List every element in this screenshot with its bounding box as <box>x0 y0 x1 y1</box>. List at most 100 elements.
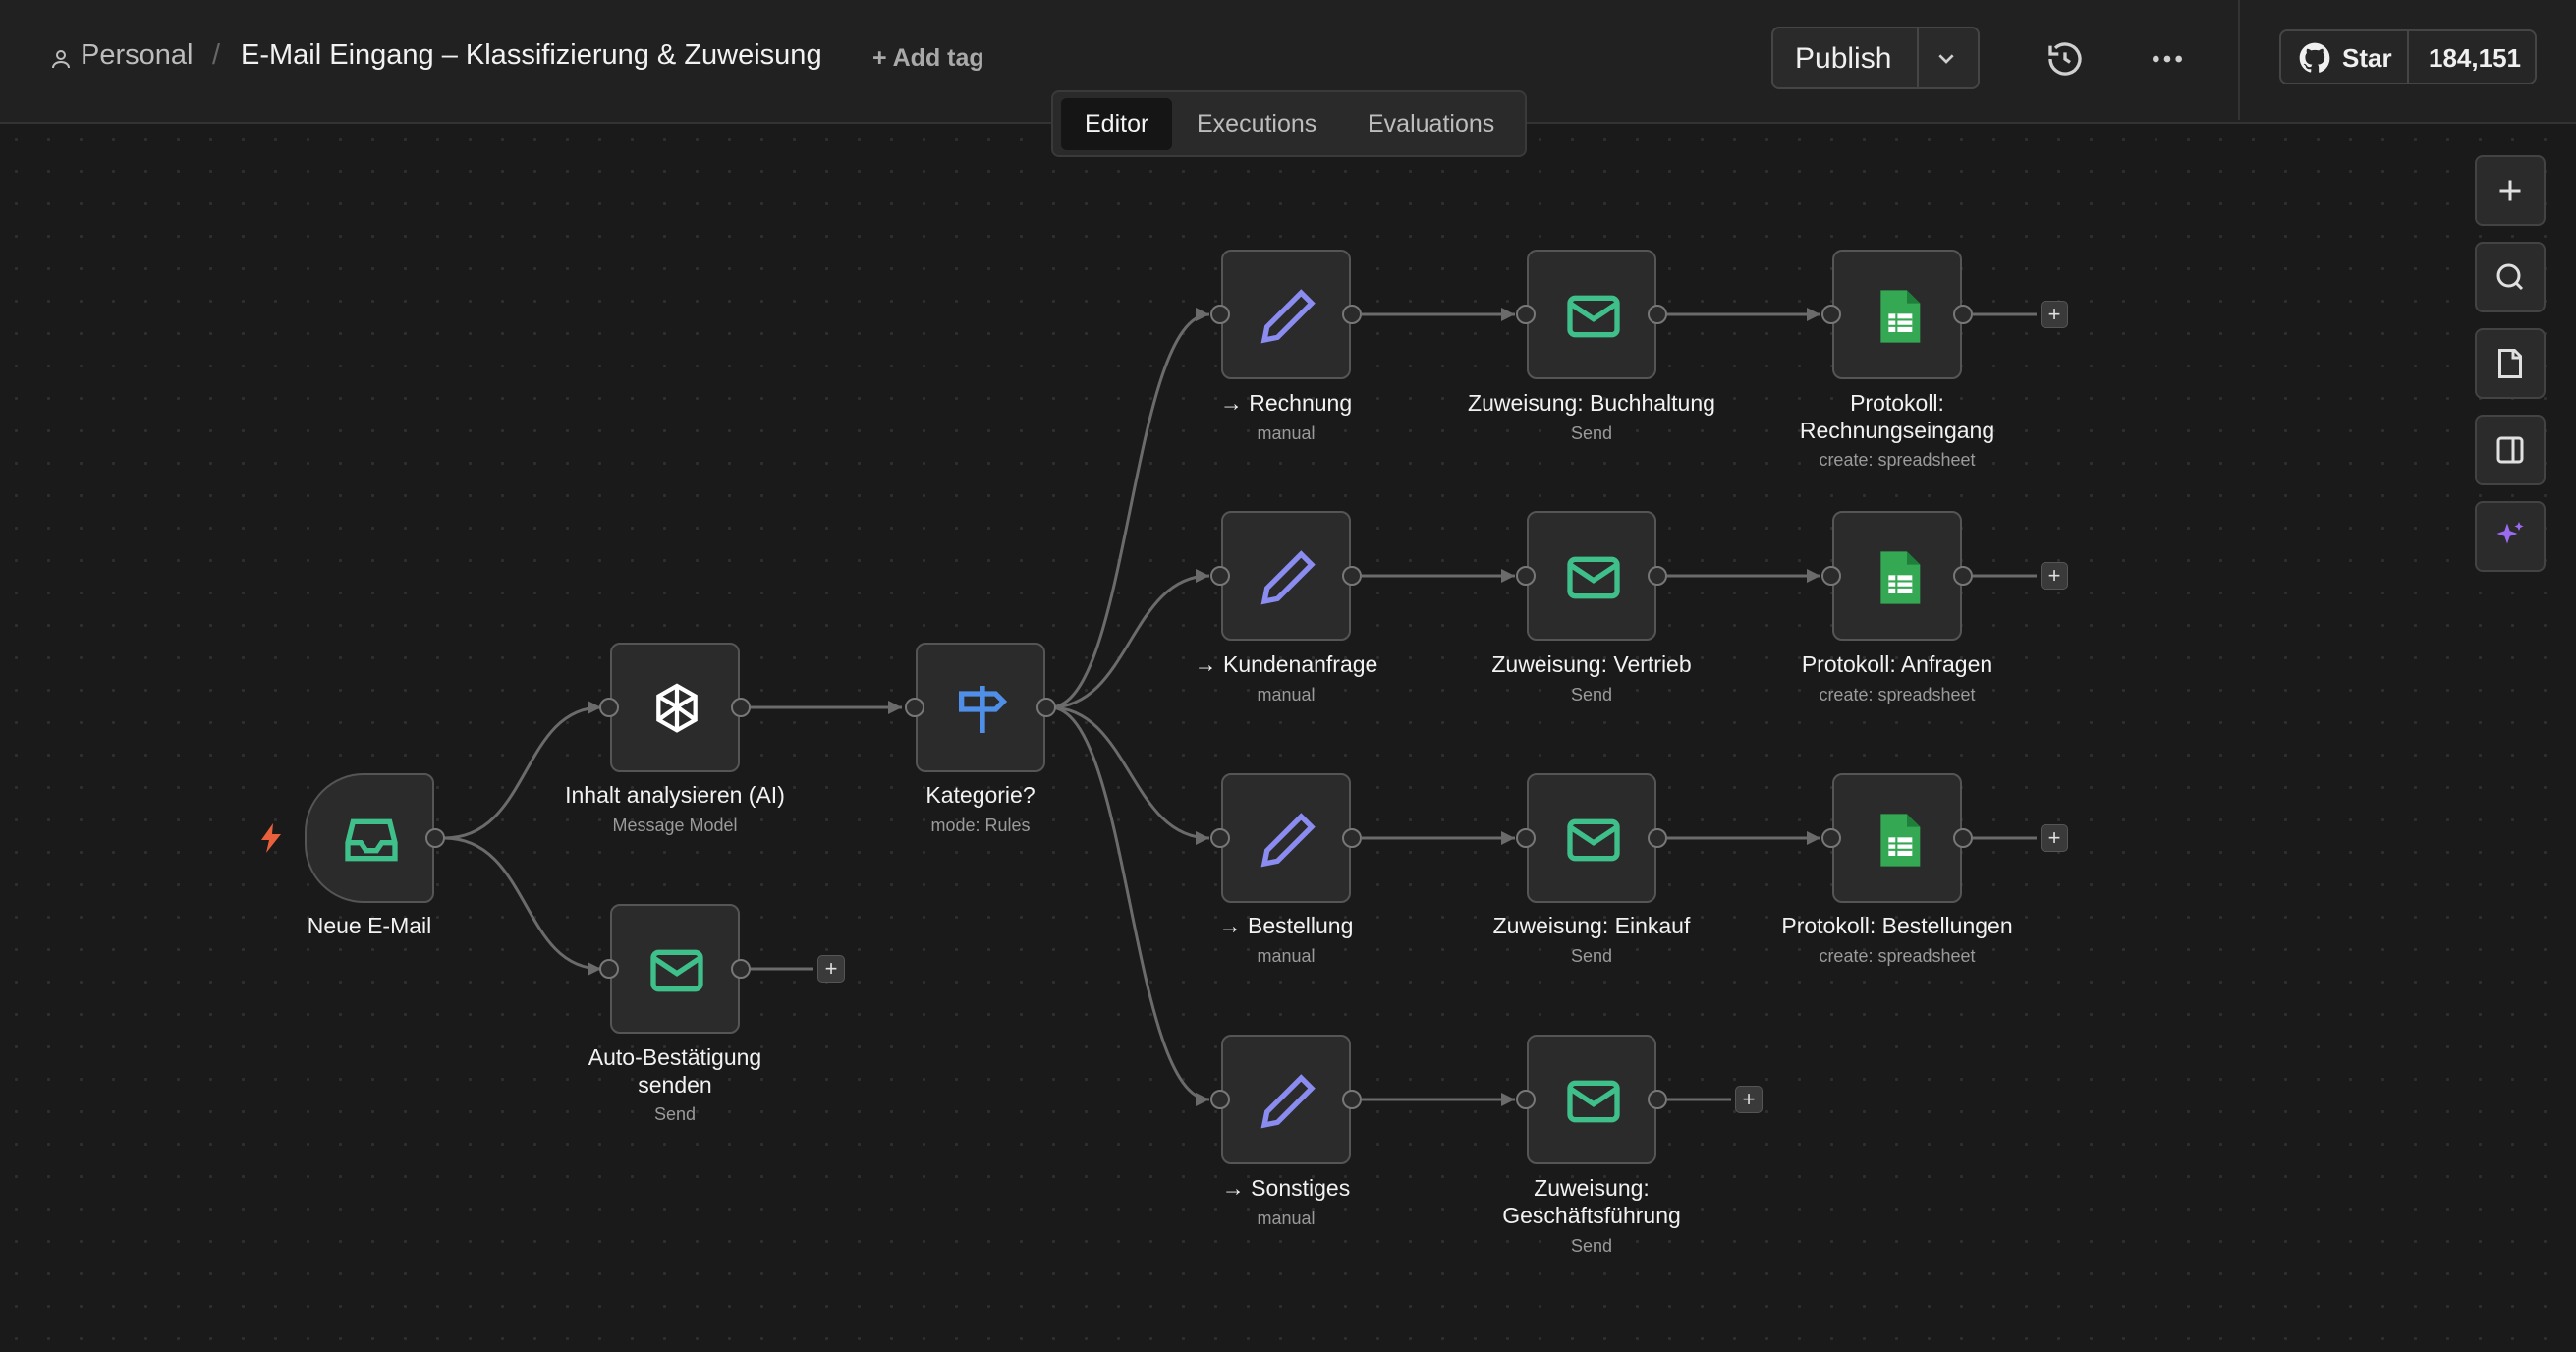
output-port[interactable] <box>1342 1090 1362 1109</box>
edge-router-rechnung <box>1049 312 1210 709</box>
node-label: → Sonstiges <box>1221 1175 1351 1201</box>
output-port[interactable] <box>1953 828 1973 848</box>
input-port[interactable] <box>1210 1090 1230 1109</box>
add-next-node-button[interactable]: + <box>2041 824 2068 852</box>
pencil-icon <box>1260 550 1316 605</box>
mail-icon <box>1567 1080 1620 1123</box>
node-protokoll-bestellungen[interactable] <box>1832 773 1962 903</box>
input-port[interactable] <box>1821 828 1841 848</box>
node-label: Zuweisung: <box>1534 1175 1650 1201</box>
pencil-icon <box>1260 813 1316 868</box>
node-label: Inhalt analysieren (AI) <box>565 782 785 808</box>
output-port[interactable] <box>1648 1090 1667 1109</box>
input-port[interactable] <box>1821 305 1841 324</box>
output-port[interactable] <box>1342 828 1362 848</box>
output-port[interactable] <box>1953 566 1973 586</box>
node-label: Geschäftsführung <box>1502 1203 1681 1228</box>
node-zuweisung-einkauf[interactable] <box>1527 773 1656 903</box>
node-set-kundenanfrage[interactable] <box>1221 511 1351 641</box>
input-port[interactable] <box>1516 305 1536 324</box>
inbox-icon <box>345 818 398 862</box>
node-label: Protokoll: Bestellungen <box>1781 913 2013 938</box>
input-port[interactable] <box>1516 828 1536 848</box>
node-label: senden <box>638 1072 712 1098</box>
arrowhead-r3b <box>1807 831 1820 845</box>
arrowhead-r4a <box>1501 1093 1515 1106</box>
node-subtitle: mode: Rules <box>930 816 1031 835</box>
node-zuweisung-geschaeftsfuehrung[interactable] <box>1527 1035 1656 1164</box>
input-port[interactable] <box>599 959 619 979</box>
mail-icon <box>1567 818 1620 862</box>
pencil-icon <box>1260 289 1316 344</box>
output-port[interactable] <box>1036 698 1056 717</box>
node-auto-bestaetigung[interactable] <box>610 904 740 1034</box>
tab-executions[interactable]: Executions <box>1197 110 1316 139</box>
node-label: Zuweisung: Vertrieb <box>1491 651 1692 677</box>
edge-trigger-autoreply <box>443 836 602 971</box>
input-port[interactable] <box>1210 305 1230 324</box>
node-zuweisung-buchhaltung[interactable] <box>1527 250 1656 379</box>
input-port[interactable] <box>1516 1090 1536 1109</box>
node-set-bestellung[interactable] <box>1221 773 1351 903</box>
arrowhead-r1b <box>1807 308 1820 321</box>
output-port[interactable] <box>1648 828 1667 848</box>
edge-router-sonstiges <box>1049 705 1210 1101</box>
node-zuweisung-vertrieb[interactable] <box>1527 511 1656 641</box>
node-protokoll-anfragen[interactable] <box>1832 511 1962 641</box>
node-protokoll-rechnungseingang[interactable] <box>1832 250 1962 379</box>
output-port[interactable] <box>1953 305 1973 324</box>
add-next-node-button[interactable]: + <box>1735 1086 1763 1113</box>
node-label: → Kundenanfrage <box>1194 651 1378 677</box>
add-next-node-button[interactable]: + <box>2041 562 2068 590</box>
input-port[interactable] <box>599 698 619 717</box>
input-port[interactable] <box>905 698 924 717</box>
add-next-node-button[interactable]: + <box>817 955 845 983</box>
output-port[interactable] <box>731 698 751 717</box>
arrowhead-r3a <box>1501 831 1515 845</box>
tab-editor[interactable]: Editor <box>1061 98 1173 150</box>
output-port[interactable] <box>1342 566 1362 586</box>
node-label: → Bestellung <box>1218 913 1354 938</box>
output-port[interactable] <box>425 828 445 848</box>
arrowhead-r1a <box>1501 308 1515 321</box>
node-label: Auto-Bestätigung <box>588 1044 762 1070</box>
node-ai-analyse[interactable] <box>610 643 740 772</box>
input-port[interactable] <box>1821 566 1841 586</box>
output-port[interactable] <box>731 959 751 979</box>
spreadsheet-icon <box>1880 551 1921 604</box>
arrowhead-r2b <box>1807 569 1820 583</box>
input-port[interactable] <box>1210 566 1230 586</box>
mail-icon <box>1567 295 1620 338</box>
node-neue-email[interactable] <box>305 773 434 903</box>
node-label: → Rechnung <box>1219 390 1353 416</box>
node-subtitle: create: spreadsheet <box>1819 685 1976 704</box>
node-label: Protokoll: Anfragen <box>1801 651 1993 677</box>
node-label: Rechnungseingang <box>1799 418 1995 443</box>
mail-icon <box>650 949 703 992</box>
pencil-icon <box>1260 1074 1316 1129</box>
output-port[interactable] <box>1648 305 1667 324</box>
node-subtitle: Send <box>653 1104 697 1124</box>
node-label: Neue E-Mail <box>307 913 432 938</box>
view-tabs: Editor Executions Evaluations <box>1051 90 1527 157</box>
output-port[interactable] <box>1342 305 1362 324</box>
arrowhead-sonstiges <box>1196 1093 1209 1106</box>
node-set-sonstiges[interactable] <box>1221 1035 1351 1164</box>
output-port[interactable] <box>1648 566 1667 586</box>
node-subtitle: manual <box>1257 1209 1316 1228</box>
input-port[interactable] <box>1516 566 1536 586</box>
node-subtitle: create: spreadsheet <box>1819 450 1976 470</box>
arrowhead-router <box>888 701 902 714</box>
arrowhead-rechnung <box>1196 308 1209 321</box>
node-subtitle: create: spreadsheet <box>1819 946 1976 966</box>
node-subtitle: Send <box>1570 946 1613 966</box>
node-subtitle: Send <box>1570 1236 1613 1256</box>
node-kategorie-switch[interactable] <box>916 643 1045 772</box>
arrowhead-anfrage <box>1196 569 1209 583</box>
node-label: Protokoll: <box>1850 390 1944 416</box>
add-next-node-button[interactable]: + <box>2041 301 2068 328</box>
node-label: Zuweisung: Buchhaltung <box>1468 390 1715 416</box>
node-set-rechnung[interactable] <box>1221 250 1351 379</box>
input-port[interactable] <box>1210 828 1230 848</box>
tab-evaluations[interactable]: Evaluations <box>1368 110 1494 139</box>
